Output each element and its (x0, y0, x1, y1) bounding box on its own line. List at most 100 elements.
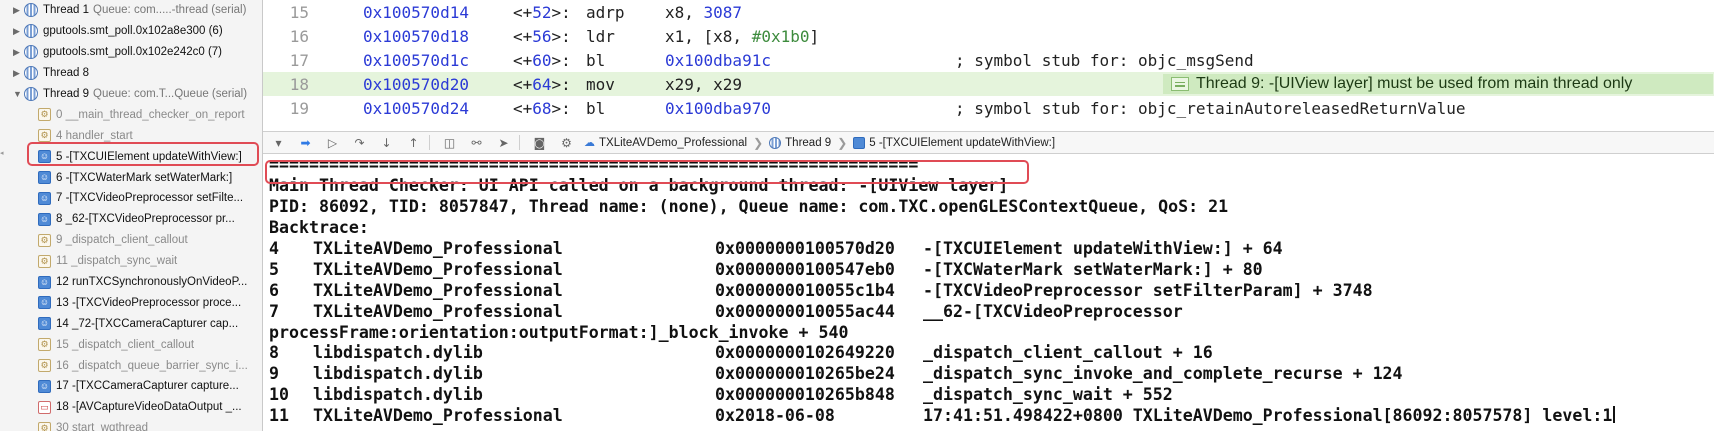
console-output[interactable]: ========================================… (263, 155, 1714, 431)
disclosure-right-icon[interactable]: ▶ (13, 26, 24, 37)
view-hierarchy-icon[interactable]: ◫ (438, 133, 461, 153)
stack-frame-row[interactable]: ▭ 18 -[AVCaptureVideoDataOutput _... (0, 397, 262, 418)
breakpoints-toggle-icon[interactable]: ➡ (294, 133, 317, 153)
stack-frame-row[interactable]: ⚙ 30 start_wqthread (0, 418, 262, 431)
stack-frame-row[interactable]: ☺ 13 -[TXCVideoPreprocessor proce... (0, 292, 262, 313)
frame-symbol: 17:41:51.498422+0800 TXLiteAVDemo_Profes… (923, 406, 1616, 427)
instruction-line[interactable]: 16 0x100570d18 <+56>: ldr x1, [x8, #0x1b0] (263, 24, 1714, 48)
stack-frame-label: 6 -[TXCWaterMark setWaterMark:] (56, 171, 233, 184)
user-code-frame-icon: ☺ (38, 171, 51, 185)
step-out-icon[interactable]: ↑ (402, 133, 425, 153)
console-thread-info: PID: 86092, TID: 8057847, Thread name: (… (269, 196, 1229, 216)
backtrace-list-2: 8 libdispatch.dylib 0x0000000102649220 _dis… (269, 343, 1714, 427)
system-frame-icon: ⚙ (38, 129, 51, 143)
disclosure-right-icon[interactable]: ▶ (13, 5, 24, 16)
offset-number: 68 (532, 98, 552, 118)
row-marker-icon: ◂ (0, 150, 4, 157)
disclosure-down-icon[interactable]: ▼ (13, 89, 24, 99)
disassembly-editor[interactable]: 15 0x100570d14 <+52>: adrp x8, 3087 16 0x10057… (263, 0, 1714, 131)
crumb-thread-label: Thread 9 (785, 136, 832, 149)
instruction-line[interactable]: 17 0x100570d1c <+60>: bl 0x100dba91c ; symbol… (263, 48, 1714, 72)
runtime-issue-message: Thread 9: -[UIView layer] must be used f… (1196, 75, 1633, 92)
thread-row-6[interactable]: ▶ gputools.smt_poll.0x102a8e300 (6) (0, 21, 262, 42)
operand-tail: ] (809, 26, 820, 46)
thread-row-9[interactable]: ▼ Thread 9 Queue: com.T...Queue (serial) (0, 84, 262, 105)
system-frame-icon: ⚙ (38, 359, 51, 373)
thread-row-8[interactable]: ▶ Thread 8 (0, 63, 262, 84)
hide-debug-area-icon[interactable]: ▾ (267, 133, 290, 153)
operand-registers: x8, (665, 2, 704, 22)
thread-row-1[interactable]: ▶ Thread 1 Queue: com.....-thread (seria… (0, 0, 262, 21)
stack-frame-row[interactable]: ⚙ 9 _dispatch_client_callout (0, 230, 262, 251)
instruction-operands: x29, x29 (665, 75, 742, 94)
instruction-offset: <+60>: (513, 51, 571, 70)
offset-number: 60 (532, 50, 552, 70)
instruction-mnemonic: mov (586, 74, 615, 94)
frame-symbol: -[TXCUIElement updateWithView:] + 64 (923, 239, 1283, 260)
stack-frame-label: 14 _72-[TXCCameraCapturer cap... (56, 317, 239, 330)
stack-frame-row[interactable]: ⚙ 16 _dispatch_queue_barrier_sync_i... (0, 355, 262, 376)
offset-suffix: >: (551, 2, 571, 22)
line-number: 17 (289, 50, 309, 70)
frame-library: libdispatch.dylib (313, 385, 483, 405)
step-over-icon[interactable]: ↷ (348, 133, 371, 153)
instruction-line[interactable]: 15 0x100570d14 <+52>: adrp x8, 3087 (263, 0, 1714, 24)
runtime-issue-banner[interactable]: Thread 9: -[UIView layer] must be used f… (1163, 74, 1713, 94)
stack-frame-row[interactable]: ⚙ 11 _dispatch_sync_wait (0, 251, 262, 272)
step-into-icon[interactable]: ↓ (375, 133, 398, 153)
frame-index: 11 (269, 406, 289, 426)
stack-frame-row[interactable]: ☺ 7 -[TXCVideoPreprocessor setFilte... (0, 188, 262, 209)
instruction-offset: <+64>: (513, 75, 571, 94)
debug-navigator: ▶ Thread 1 Queue: com.....-thread (seria… (0, 0, 263, 431)
stack-frame-label: 5 -[TXCUIElement updateWithView:] (56, 150, 242, 163)
frame-symbol-text: _dispatch_sync_invoke_and_complete_recur… (923, 364, 1403, 384)
stack-frame-label: 18 -[AVCaptureVideoDataOutput _... (56, 401, 242, 414)
stack-frame-row[interactable]: ☺ 5 -[TXCUIElement updateWithView:] (0, 146, 262, 167)
offset-prefix: <+ (513, 98, 533, 118)
disclosure-right-icon[interactable]: ▶ (13, 68, 24, 79)
user-code-frame-icon: ☺ (38, 191, 51, 205)
backtrace-row: 5 TXLiteAVDemo_Professional 0x000000010054… (269, 260, 1714, 281)
camera-icon[interactable]: ◙ (528, 133, 551, 153)
frame-symbol: _dispatch_client_callout + 16 (923, 343, 1213, 364)
framework-frame-icon: ▭ (38, 400, 51, 414)
stack-frame-row[interactable]: ☺ 17 -[TXCCameraCapturer capture... (0, 376, 262, 397)
offset-number: 52 (532, 2, 552, 22)
current-instruction-line[interactable]: 18 0x100570d20 <+64>: mov x29, x29 Thread 9: … (263, 72, 1714, 96)
thread-title: gputools.smt_poll.0x102a8e300 (6) (43, 25, 223, 38)
line-number: 19 (289, 98, 309, 118)
backtrace-row: 9 libdispatch.dylib 0x000000010265be24 _dis… (269, 364, 1714, 385)
frame-symbol: -[TXCVideoPreprocessor setFilterParam] +… (923, 281, 1373, 302)
instruction-line[interactable]: 19 0x100570d24 <+68>: bl 0x100dba970 ; symbol… (263, 96, 1714, 120)
gear-icon[interactable]: ⚙ (555, 133, 578, 153)
code-lines: 15 0x100570d14 <+52>: adrp x8, 3087 16 0x10057… (263, 0, 1714, 120)
memory-graph-icon[interactable]: ⚯ (465, 133, 488, 153)
frame-index: 6 (269, 280, 279, 300)
stack-frame-row[interactable]: ☺ 8 _62-[TXCVideoPreprocessor pr... (0, 209, 262, 230)
frame-symbol: _dispatch_sync_wait + 552 (923, 385, 1173, 406)
stack-frame-label: 30 start_wqthread (56, 422, 149, 431)
crumb-app[interactable]: ☁ TXLiteAVDemo_Professional (584, 136, 747, 150)
frame-index: 7 (269, 301, 279, 321)
thread-row-7[interactable]: ▶ gputools.smt_poll.0x102e242c0 (7) (0, 42, 262, 63)
stack-frame-label: 4 handler_start (56, 129, 133, 142)
stack-frame-row[interactable]: ☺ 12 runTXCSynchronouslyOnVideoP... (0, 272, 262, 293)
stack-frame-row[interactable]: ☺ 14 _72-[TXCCameraCapturer cap... (0, 313, 262, 334)
frame-library: TXLiteAVDemo_Professional (313, 280, 563, 300)
crumb-frame[interactable]: 5 -[TXCUIElement updateWithView:] (853, 136, 1055, 149)
stack-frame-row[interactable]: ⚙ 4 handler_start (0, 125, 262, 146)
frame-symbol-text: _dispatch_sync_wait + 552 (923, 385, 1173, 405)
system-frame-icon: ⚙ (38, 338, 51, 352)
continue-icon[interactable]: ▷ (321, 133, 344, 153)
frame-address: 0x2018-06-08 (715, 406, 835, 426)
divider (519, 135, 520, 150)
simulate-location-icon[interactable]: ➤ (492, 133, 515, 153)
stack-frame-row[interactable]: ⚙ 15 _dispatch_client_callout (0, 334, 262, 355)
stack-frame-row[interactable]: ☺ 6 -[TXCWaterMark setWaterMark:] (0, 167, 262, 188)
disclosure-right-icon[interactable]: ▶ (13, 47, 24, 58)
crumb-thread[interactable]: Thread 9 (769, 136, 832, 149)
frame-symbol-text: -[TXCWaterMark setWaterMark:] + 80 (923, 259, 1263, 279)
frame-index: 5 (269, 259, 279, 279)
frame-symbol-text: __62-[TXCVideoPreprocessor (923, 301, 1183, 321)
stack-frame-row[interactable]: ⚙ 0 __main_thread_checker_on_report (0, 104, 262, 125)
